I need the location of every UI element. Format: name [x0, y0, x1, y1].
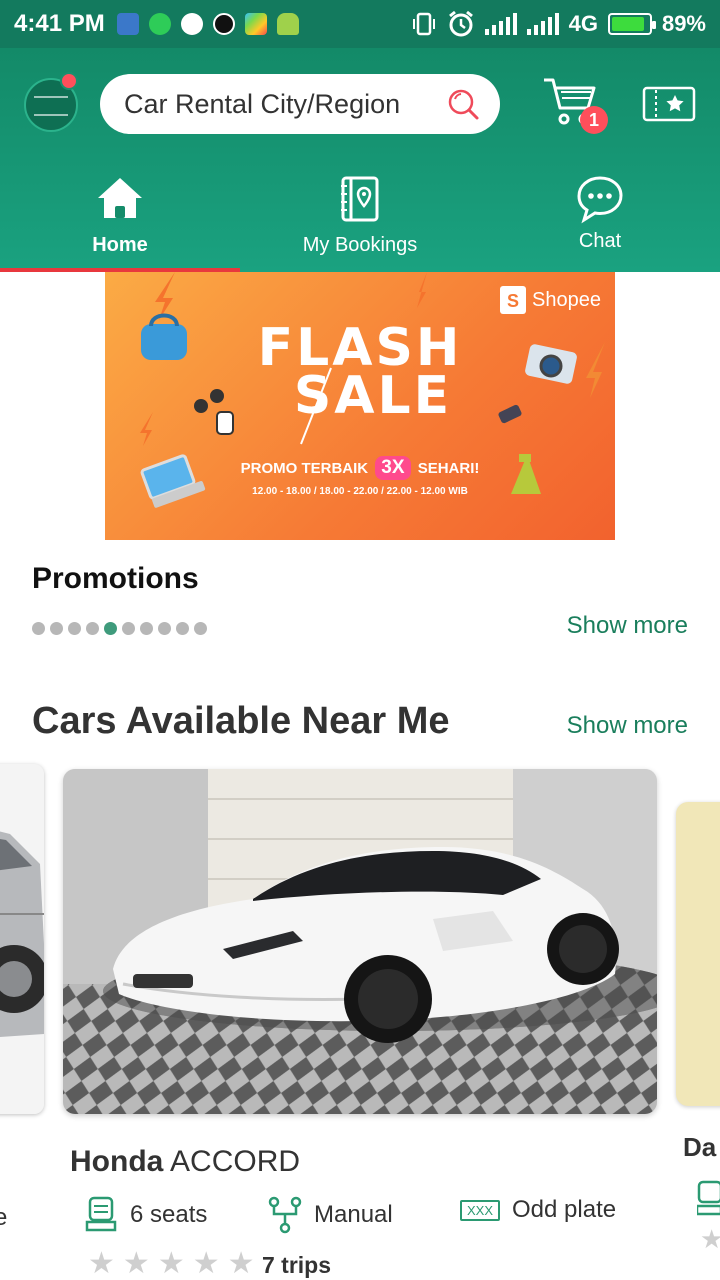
carousel-dots[interactable]	[32, 622, 207, 635]
car-transmission: Manual	[268, 1196, 393, 1234]
banner-title-line1: FLASH	[257, 318, 463, 378]
chat-icon	[577, 176, 623, 224]
car-model: ACCORD	[170, 1145, 301, 1178]
plate-icon: XXX	[460, 1199, 501, 1221]
search-input[interactable]: Car Rental City/Region	[100, 74, 500, 134]
battery-percent: 89%	[661, 11, 706, 36]
prev-car-feature-partial: e	[0, 1204, 8, 1231]
signal-icon	[484, 13, 517, 35]
promo-badge: 3X	[375, 456, 411, 480]
seat-icon	[85, 1196, 117, 1232]
carousel-dot[interactable]	[194, 622, 207, 635]
car-plate-text: Odd plate	[512, 1196, 617, 1223]
banner-title-line2: SALE	[293, 366, 453, 426]
shopee-bag-icon: S	[500, 286, 527, 314]
carousel-dot[interactable]	[158, 622, 171, 635]
tab-home-label: Home	[92, 234, 148, 256]
usb-icon	[116, 13, 139, 35]
car-name: Honda ACCORD	[70, 1145, 300, 1179]
carousel-dot[interactable]	[176, 622, 189, 635]
home-icon	[98, 178, 142, 218]
car-card-next[interactable]	[676, 802, 720, 1106]
tab-chat[interactable]: Chat	[480, 166, 720, 272]
tab-my-bookings[interactable]: My Bookings	[240, 166, 480, 272]
cars-show-more[interactable]: Show more	[567, 712, 688, 740]
star-icon: ★	[227, 1247, 255, 1280]
status-time: 4:41 PM	[14, 10, 105, 37]
carousel-dot[interactable]	[122, 622, 135, 635]
status-right: 4G 89%	[411, 10, 706, 38]
carousel-dot[interactable]	[50, 622, 63, 635]
search-icon[interactable]	[446, 87, 480, 121]
promo-prefix: PROMO TERBAIK	[240, 460, 369, 477]
star-icon: ★	[88, 1247, 115, 1280]
cart-button[interactable]: 1	[540, 74, 610, 134]
carousel-dot[interactable]	[32, 622, 45, 635]
carousel-dot[interactable]	[68, 622, 81, 635]
status-bar: 4:41 PM 4G 89%	[0, 0, 720, 48]
bookings-icon	[341, 176, 379, 222]
shopee-brand: Shopee	[532, 288, 601, 311]
shopee-logo: S Shopee	[500, 286, 601, 314]
car-seats-text: 6 seats	[130, 1201, 208, 1228]
cars-heading: Cars Available Near Me	[32, 700, 450, 742]
media-icon	[212, 13, 235, 35]
next-car-star-icon: ★	[700, 1224, 720, 1254]
tab-home[interactable]: Home	[0, 166, 240, 272]
notification-dot	[60, 72, 78, 90]
banner-title: FLASH SALE	[105, 318, 615, 426]
ticket-star-icon[interactable]	[642, 86, 696, 122]
alarm-icon	[448, 10, 473, 37]
vibrate-icon	[412, 12, 435, 36]
promo-times: 12.00 - 18.00 / 18.00 - 22.00 / 22.00 - …	[252, 486, 468, 497]
promotions-heading: Promotions	[32, 562, 199, 595]
car-seats: 6 seats	[84, 1196, 207, 1234]
carousel-dot[interactable]	[86, 622, 99, 635]
play-store-icon	[244, 13, 267, 35]
star-icon: ★	[192, 1247, 220, 1280]
tab-bar: Home My Bookings Chat	[0, 166, 720, 272]
next-car-seat-icon	[697, 1180, 720, 1216]
tab-chat-label: Chat	[578, 230, 622, 252]
car-card[interactable]	[63, 769, 657, 1114]
carousel-dot[interactable]	[140, 622, 153, 635]
promo-suffix: SEHARI!	[417, 460, 480, 477]
signal-icon-2	[526, 13, 559, 35]
network-type: 4G	[568, 11, 598, 36]
banner-promo-line: PROMO TERBAIK 3X SEHARI!	[105, 456, 615, 480]
car-brand: Honda	[70, 1145, 164, 1178]
whatsapp-icon	[148, 13, 171, 35]
car-image-previous	[0, 764, 44, 1114]
car-image	[63, 769, 657, 1114]
promotions-show-more[interactable]: Show more	[567, 612, 688, 640]
star-icon: ★	[157, 1247, 185, 1280]
android-icon	[276, 13, 299, 35]
car-trips: 7 trips	[262, 1252, 332, 1278]
pocket-icon	[180, 13, 203, 35]
promo-banner[interactable]: S Shopee FLASH SALE PROMO TERBAIK 3X SEH…	[105, 272, 615, 540]
car-card-previous[interactable]	[0, 764, 44, 1114]
carousel-dot[interactable]	[104, 622, 117, 635]
battery-icon	[607, 13, 656, 35]
car-plate: XXX Odd plate	[460, 1196, 616, 1224]
app-header: Car Rental City/Region 1 Home My Booking…	[0, 48, 720, 272]
tab-my-bookings-label: My Bookings	[302, 234, 418, 256]
rating-stars: ★ ★ ★ ★ ★	[88, 1246, 255, 1280]
cart-badge: 1	[580, 106, 608, 134]
gearshift-icon	[268, 1196, 302, 1234]
next-car-name-partial: Da	[683, 1132, 717, 1162]
star-icon: ★	[122, 1247, 150, 1280]
search-placeholder: Car Rental City/Region	[124, 88, 401, 119]
car-transmission-text: Manual	[314, 1201, 393, 1228]
notification-icons	[116, 13, 299, 35]
